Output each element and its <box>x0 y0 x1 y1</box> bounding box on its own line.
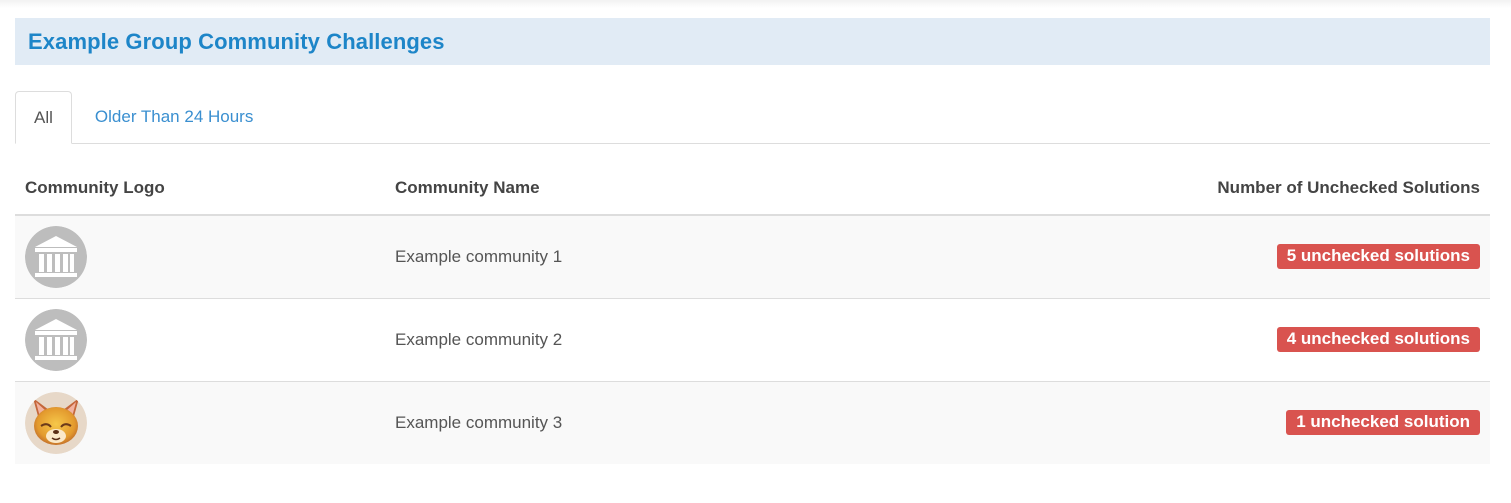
community-logo-cell <box>15 380 385 464</box>
header-community-logo: Community Logo <box>15 162 385 216</box>
table-row: Example community 1 5 unchecked solution… <box>15 215 1490 298</box>
unchecked-cell: 1 unchecked solution <box>885 380 1490 464</box>
table-row: Example community 3 1 unchecked solution <box>15 380 1490 464</box>
communities-table: Community Logo Community Name Number of … <box>15 162 1490 464</box>
table-row: Example community 2 4 unchecked solution… <box>15 297 1490 381</box>
unchecked-solutions-badge[interactable]: 4 unchecked solutions <box>1276 327 1480 352</box>
panel-heading: Example Group Community Challenges <box>15 18 1490 65</box>
filter-tabs: All Older Than 24 Hours <box>15 90 1490 144</box>
tab-older-than-24-hours[interactable]: Older Than 24 Hours <box>72 91 276 143</box>
institution-icon <box>25 225 87 288</box>
header-community-name: Community Name <box>385 162 885 216</box>
community-logo-cell <box>15 215 385 298</box>
panel-title: Example Group Community Challenges <box>28 28 445 54</box>
unchecked-solutions-badge[interactable]: 1 unchecked solution <box>1286 410 1480 436</box>
unchecked-cell: 4 unchecked solutions <box>885 297 1490 381</box>
table-header-row: Community Logo Community Name Number of … <box>15 162 1490 216</box>
community-challenges-panel: Example Group Community Challenges All O… <box>15 18 1490 464</box>
fox-avatar-icon <box>25 391 87 454</box>
community-name: Example community 3 <box>385 380 885 464</box>
tab-all[interactable]: All <box>15 91 72 144</box>
community-name: Example community 1 <box>385 215 885 298</box>
unchecked-cell: 5 unchecked solutions <box>885 215 1490 298</box>
header-unchecked-solutions: Number of Unchecked Solutions <box>885 162 1490 216</box>
top-shadow <box>0 0 1511 8</box>
community-name: Example community 2 <box>385 297 885 381</box>
community-logo-cell <box>15 297 385 381</box>
unchecked-solutions-badge[interactable]: 5 unchecked solutions <box>1276 244 1480 270</box>
institution-icon <box>25 308 87 371</box>
